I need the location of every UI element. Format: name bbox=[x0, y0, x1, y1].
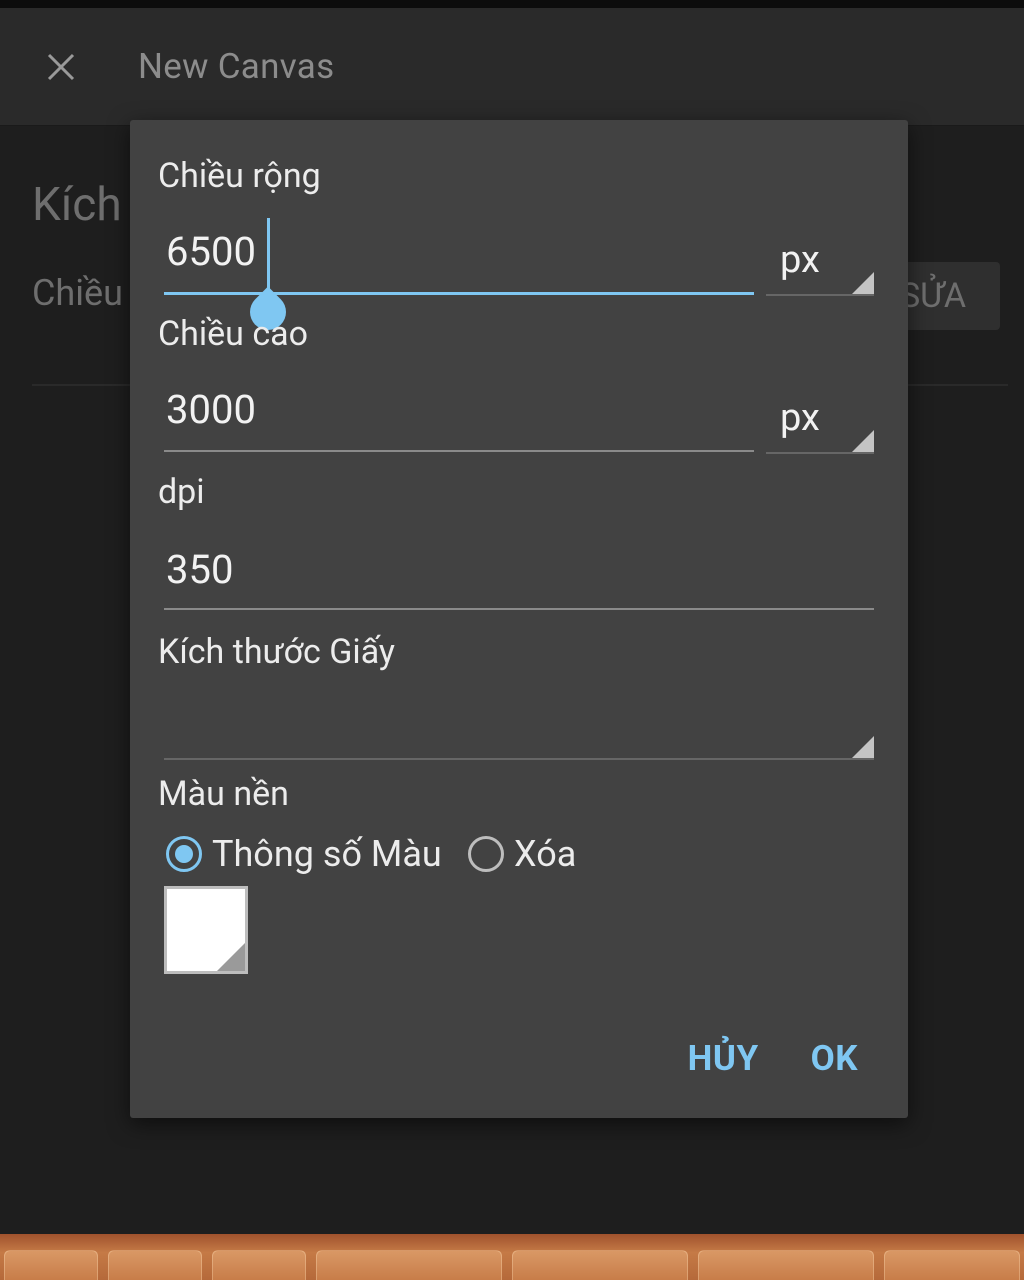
keyboard-peek bbox=[0, 1234, 1024, 1280]
keyboard-key[interactable] bbox=[212, 1250, 306, 1280]
height-input-underline bbox=[164, 450, 754, 452]
page-title: New Canvas bbox=[138, 46, 335, 87]
color-swatch[interactable] bbox=[164, 886, 248, 974]
keyboard-key[interactable] bbox=[512, 1250, 688, 1280]
cancel-button[interactable]: HỦY bbox=[688, 1038, 759, 1079]
keyboard-key[interactable] bbox=[884, 1250, 1020, 1280]
dpi-input[interactable]: 350 bbox=[166, 546, 233, 593]
ok-button[interactable]: OK bbox=[811, 1038, 858, 1079]
radio-selected-icon bbox=[166, 836, 202, 872]
app-bar: New Canvas bbox=[0, 8, 1024, 126]
radio-clear-label: Xóa bbox=[514, 833, 577, 875]
width-label: Chiều rộng bbox=[158, 156, 321, 196]
background-heading: Kích bbox=[32, 178, 122, 232]
dropdown-corner-icon bbox=[852, 736, 874, 758]
keyboard-key[interactable] bbox=[698, 1250, 874, 1280]
width-input-underline bbox=[164, 292, 754, 295]
dropdown-corner-icon bbox=[852, 272, 874, 294]
keyboard-key[interactable] bbox=[316, 1250, 502, 1280]
radio-clear[interactable]: Xóa bbox=[468, 826, 576, 882]
paper-size-select[interactable] bbox=[164, 692, 874, 760]
width-input[interactable]: 6500 bbox=[166, 228, 256, 275]
height-input[interactable]: 3000 bbox=[166, 386, 256, 433]
height-unit-value: px bbox=[780, 396, 820, 440]
background-color-label: Màu nền bbox=[158, 774, 289, 814]
dpi-label: dpi bbox=[158, 472, 205, 512]
paper-size-label: Kích thước Giấy bbox=[158, 632, 396, 672]
dialog-actions: HỦY OK bbox=[688, 1038, 858, 1079]
close-icon[interactable] bbox=[44, 50, 78, 84]
keyboard-key[interactable] bbox=[4, 1250, 98, 1280]
height-label: Chiều cao bbox=[158, 314, 309, 354]
status-strip bbox=[0, 0, 1024, 8]
keyboard-key[interactable] bbox=[108, 1250, 202, 1280]
text-cursor bbox=[267, 218, 270, 292]
radio-unselected-icon bbox=[468, 836, 504, 872]
width-unit-value: px bbox=[780, 238, 820, 282]
dropdown-corner-icon bbox=[852, 430, 874, 452]
background-subline: Chiều bbox=[32, 272, 123, 314]
height-unit-select[interactable]: px bbox=[766, 394, 874, 454]
radio-color-spec-label: Thông số Màu bbox=[212, 833, 442, 875]
swatch-corner-icon bbox=[217, 943, 245, 971]
width-unit-select[interactable]: px bbox=[766, 236, 874, 296]
canvas-size-dialog: Chiều rộng 6500 px Chiều cao 3000 px dpi… bbox=[130, 120, 908, 1118]
radio-color-spec[interactable]: Thông số Màu bbox=[166, 826, 442, 882]
dpi-input-underline bbox=[164, 608, 874, 610]
